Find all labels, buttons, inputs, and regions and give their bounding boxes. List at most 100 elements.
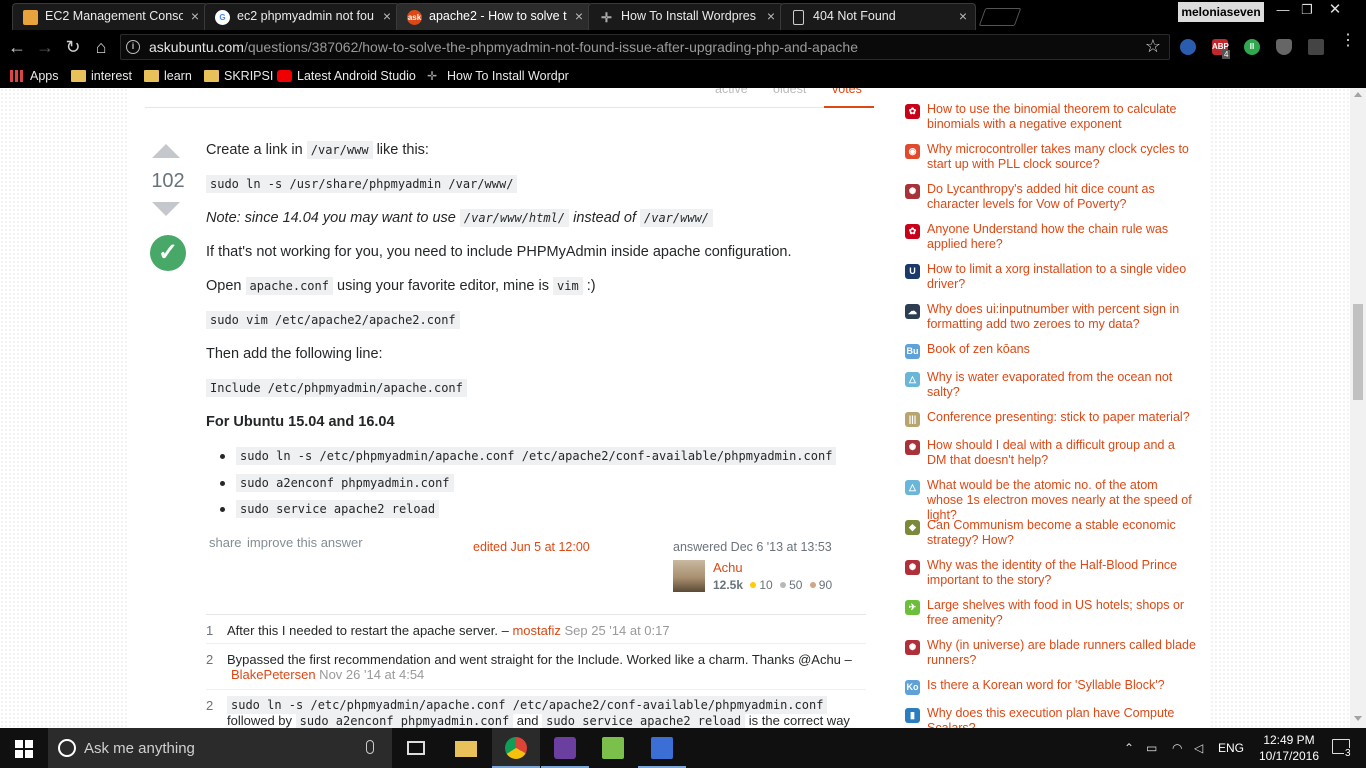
cortana-search-box[interactable]: Ask me anything <box>48 728 392 768</box>
language-indicator[interactable]: ENG <box>1218 741 1244 755</box>
wifi-icon[interactable]: ◠ <box>1172 741 1182 755</box>
comment-user-link[interactable]: mostafiz <box>512 623 560 638</box>
travel-icon: ✈ <box>905 600 920 615</box>
close-icon[interactable]: × <box>191 8 199 24</box>
tab-votes[interactable]: votes <box>832 88 862 96</box>
browser-tab-404[interactable]: 404 Not Found × <box>780 3 976 30</box>
browser-tab-google[interactable]: G ec2 phpmyadmin not fou × <box>204 3 400 30</box>
hot-question-link[interactable]: How to limit a xorg installation to a si… <box>927 262 1197 292</box>
profile-button[interactable]: meloniaseven <box>1178 2 1264 22</box>
hot-question-link[interactable]: How to use the binomial theorem to calcu… <box>927 102 1197 132</box>
hot-question-link[interactable]: How should I deal with a difficult group… <box>927 438 1197 468</box>
address-bar[interactable]: i askubuntu.com/questions/387062/how-to-… <box>120 34 1170 60</box>
taskbar-app-chrome[interactable] <box>492 728 540 768</box>
comment-user-link[interactable]: BlakePetersen <box>227 667 316 682</box>
close-icon[interactable]: × <box>767 8 775 24</box>
tab-oldest[interactable]: oldest <box>773 88 806 96</box>
hot-question-link[interactable]: Why does this execution plan have Comput… <box>927 706 1197 728</box>
close-window-icon[interactable]: ✕ <box>1322 0 1348 20</box>
browser-tab-askubuntu[interactable]: ask apache2 - How to solve t × <box>396 3 592 30</box>
bookmark-interest[interactable]: interest <box>71 67 132 85</box>
upvote-icon[interactable] <box>152 144 180 158</box>
close-icon[interactable]: × <box>575 8 583 24</box>
hot-question-item[interactable]: ◆ Can Communism become a stable economic … <box>905 518 1205 550</box>
hot-question-item[interactable]: ✺ Why was the identity of the Half-Blood … <box>905 558 1205 590</box>
hot-question-link[interactable]: Conference presenting: stick to paper ma… <box>927 410 1197 425</box>
back-icon[interactable]: ← <box>6 36 28 58</box>
edited-link[interactable]: edited Jun 5 at 12:00 <box>473 540 590 554</box>
share-link[interactable]: share <box>209 535 242 550</box>
bookmark-learn[interactable]: learn <box>144 67 192 85</box>
hot-question-item[interactable]: △ Why is water evaporated from the ocean … <box>905 370 1205 402</box>
hot-question-item[interactable]: ☁ Why does ui:inputnumber with percent si… <box>905 302 1205 334</box>
hot-question-link[interactable]: What would be the atomic no. of the atom… <box>927 478 1197 523</box>
browser-tab-ec2[interactable]: EC2 Management Conso × <box>12 3 208 30</box>
hot-question-item[interactable]: ✺ Why (in universe) are blade runners cal… <box>905 638 1205 670</box>
battery-icon[interactable]: ▭ <box>1146 741 1157 755</box>
hot-question-link[interactable]: Why microcontroller takes many clock cyc… <box>927 142 1197 172</box>
hot-question-link[interactable]: Anyone Understand how the chain rule was… <box>927 222 1197 252</box>
microphone-icon[interactable] <box>366 740 374 754</box>
extension-globe-icon[interactable] <box>1180 39 1196 55</box>
restore-icon[interactable]: ❐ <box>1294 0 1320 20</box>
hot-question-link[interactable]: Is there a Korean word for 'Syllable Blo… <box>927 678 1197 693</box>
clock[interactable]: 12:49 PM 10/17/2016 <box>1256 732 1322 764</box>
scrollbar-thumb[interactable] <box>1353 304 1363 400</box>
new-tab-button[interactable] <box>978 8 1022 26</box>
hot-question-item[interactable]: U How to limit a xorg installation to a s… <box>905 262 1205 294</box>
hot-question-item[interactable]: Ko Is there a Korean word for 'Syllable B… <box>905 678 1205 696</box>
chevron-up-icon[interactable]: ⌃ <box>1124 741 1134 755</box>
extension-grey-icon[interactable] <box>1308 39 1324 55</box>
hot-question-link[interactable]: Can Communism become a stable economic s… <box>927 518 1197 548</box>
avatar[interactable] <box>673 560 705 592</box>
user-name-link[interactable]: Achu <box>713 560 743 575</box>
volume-icon[interactable]: ◁ <box>1194 741 1203 755</box>
taskbar-app-file-explorer[interactable] <box>442 728 490 768</box>
close-icon[interactable]: × <box>959 8 967 24</box>
hot-question-item[interactable]: ✿ Anyone Understand how the chain rule wa… <box>905 222 1205 254</box>
bookmark-star-icon[interactable]: ☆ <box>1145 36 1161 57</box>
chrome-menu-icon[interactable]: ⋮ <box>1340 33 1356 49</box>
bookmark-skripsi[interactable]: SKRIPSI <box>204 67 273 85</box>
hot-question-link[interactable]: Why (in universe) are blade runners call… <box>927 638 1197 668</box>
taskbar-app-notepad[interactable] <box>589 728 637 768</box>
browser-tab-wordpress[interactable]: ✛ How To Install Wordpres × <box>588 3 784 30</box>
page-scrollbar[interactable] <box>1350 88 1366 728</box>
shield-icon[interactable] <box>1276 39 1292 55</box>
hot-question-link[interactable]: Why was the identity of the Half-Blood P… <box>927 558 1197 588</box>
scroll-up-icon[interactable] <box>1354 92 1362 97</box>
info-icon[interactable]: i <box>126 40 140 54</box>
hot-question-item[interactable]: ✿ How to use the binomial theorem to calc… <box>905 102 1205 134</box>
downvote-icon[interactable] <box>152 202 180 216</box>
bookmark-apps[interactable]: Apps <box>10 67 59 85</box>
hot-question-item[interactable]: ||| Conference presenting: stick to paper… <box>905 410 1205 428</box>
tab-active[interactable]: active <box>715 88 748 96</box>
minimize-icon[interactable]: — <box>1270 0 1296 20</box>
close-icon[interactable]: × <box>383 8 391 24</box>
hot-question-item[interactable]: △ What would be the atomic no. of the ato… <box>905 478 1205 522</box>
hot-question-item[interactable]: ✺ Do Lycanthropy's added hit dice count a… <box>905 182 1205 214</box>
reload-icon[interactable]: ↻ <box>62 36 84 58</box>
extension-green-icon[interactable]: II <box>1244 39 1260 55</box>
hot-question-link[interactable]: Large shelves with food in US hotels; sh… <box>927 598 1197 628</box>
hot-question-link[interactable]: Why is water evaporated from the ocean n… <box>927 370 1197 400</box>
task-view-button[interactable] <box>392 728 440 768</box>
taskbar-app-game[interactable] <box>541 728 589 768</box>
scroll-down-icon[interactable] <box>1354 716 1362 721</box>
bookmark-wordpress[interactable]: ✛ How To Install Wordpr <box>427 67 569 85</box>
hot-question-link[interactable]: Book of zen kōans <box>927 342 1197 357</box>
home-icon[interactable]: ⌂ <box>90 36 112 58</box>
bookmark-android-studio[interactable]: Latest Android Studio <box>277 67 416 85</box>
hot-question-item[interactable]: Bu Book of zen kōans <box>905 342 1205 360</box>
forward-icon[interactable]: → <box>34 36 56 58</box>
hot-question-link[interactable]: Do Lycanthropy's added hit dice count as… <box>927 182 1197 212</box>
hot-question-item[interactable]: ✺ How should I deal with a difficult grou… <box>905 438 1205 470</box>
taskbar-app-network-tool[interactable] <box>638 728 686 768</box>
aws-icon <box>23 10 38 25</box>
hot-question-item[interactable]: ▮ Why does this execution plan have Compu… <box>905 706 1205 728</box>
hot-question-link[interactable]: Why does ui:inputnumber with percent sig… <box>927 302 1197 332</box>
improve-answer-link[interactable]: improve this answer <box>247 535 363 550</box>
hot-question-item[interactable]: ◉ Why microcontroller takes many clock cy… <box>905 142 1205 174</box>
hot-question-item[interactable]: ✈ Large shelves with food in US hotels; s… <box>905 598 1205 630</box>
start-button[interactable] <box>0 728 48 768</box>
